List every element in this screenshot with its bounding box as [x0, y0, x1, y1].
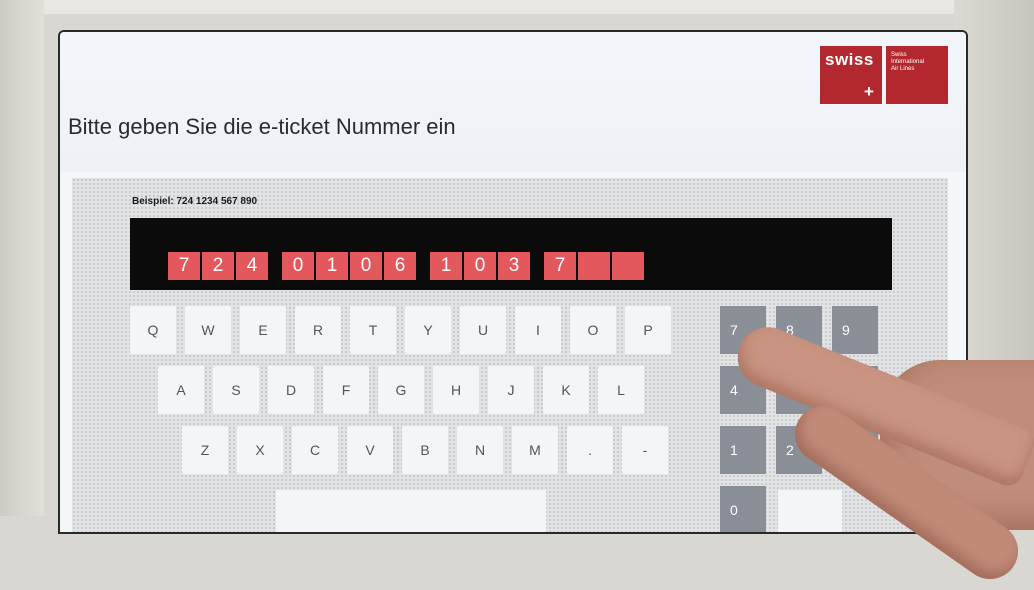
ticket-digit: 4: [236, 252, 268, 280]
ticket-digit: 1: [430, 252, 462, 280]
key-u[interactable]: U: [460, 306, 506, 354]
ticket-digit: 7: [168, 252, 200, 280]
key-d[interactable]: D: [268, 366, 314, 414]
key-g[interactable]: G: [378, 366, 424, 414]
key-a[interactable]: A: [158, 366, 204, 414]
example-hint: Beispiel: 724 1234 567 890: [132, 196, 258, 207]
numpad-wide-key[interactable]: [778, 490, 842, 532]
numkey-9[interactable]: 9: [832, 306, 878, 354]
ticket-number-field[interactable]: 7 2 4 0 1 0 6 1 0 3 7: [130, 218, 892, 290]
key-r[interactable]: R: [295, 306, 341, 354]
key-n[interactable]: N: [457, 426, 503, 474]
key-k[interactable]: K: [543, 366, 589, 414]
key-w[interactable]: W: [185, 306, 231, 354]
page-title: Bitte geben Sie die e-ticket Nummer ein: [68, 114, 456, 139]
airline-name-block: Swiss International Air Lines: [886, 46, 948, 104]
kiosk-bezel-top: [0, 0, 1034, 14]
key-hyphen[interactable]: -: [622, 426, 668, 474]
key-f[interactable]: F: [323, 366, 369, 414]
ticket-digit: [612, 252, 644, 280]
ticket-digit: 0: [350, 252, 382, 280]
key-q[interactable]: Q: [130, 306, 176, 354]
key-period[interactable]: .: [567, 426, 613, 474]
key-z[interactable]: Z: [182, 426, 228, 474]
key-i[interactable]: I: [515, 306, 561, 354]
ticket-digit: 0: [464, 252, 496, 280]
key-l[interactable]: L: [598, 366, 644, 414]
key-s[interactable]: S: [213, 366, 259, 414]
key-m[interactable]: M: [512, 426, 558, 474]
key-p[interactable]: P: [625, 306, 671, 354]
key-h[interactable]: H: [433, 366, 479, 414]
ticket-digit: 6: [384, 252, 416, 280]
ticket-digit: 7: [544, 252, 576, 280]
key-t[interactable]: T: [350, 306, 396, 354]
ticket-digit: 0: [282, 252, 314, 280]
logo-text: swiss: [825, 50, 874, 69]
key-x[interactable]: X: [237, 426, 283, 474]
kiosk-bezel-left: [0, 0, 44, 516]
airline-name: Swiss International Air Lines: [891, 52, 925, 72]
key-o[interactable]: O: [570, 306, 616, 354]
numkey-1[interactable]: 1: [720, 426, 766, 474]
key-j[interactable]: J: [488, 366, 534, 414]
key-v[interactable]: V: [347, 426, 393, 474]
key-b[interactable]: B: [402, 426, 448, 474]
ticket-digit: [578, 252, 610, 280]
ticket-digit: 3: [498, 252, 530, 280]
swiss-cross-icon: +: [864, 82, 874, 101]
ticket-digit: 1: [316, 252, 348, 280]
swiss-logo: swiss +: [820, 46, 882, 104]
space-key[interactable]: [276, 490, 546, 532]
numkey-0[interactable]: 0: [720, 486, 766, 532]
key-e[interactable]: E: [240, 306, 286, 354]
ticket-digit: 2: [202, 252, 234, 280]
key-c[interactable]: C: [292, 426, 338, 474]
key-y[interactable]: Y: [405, 306, 451, 354]
